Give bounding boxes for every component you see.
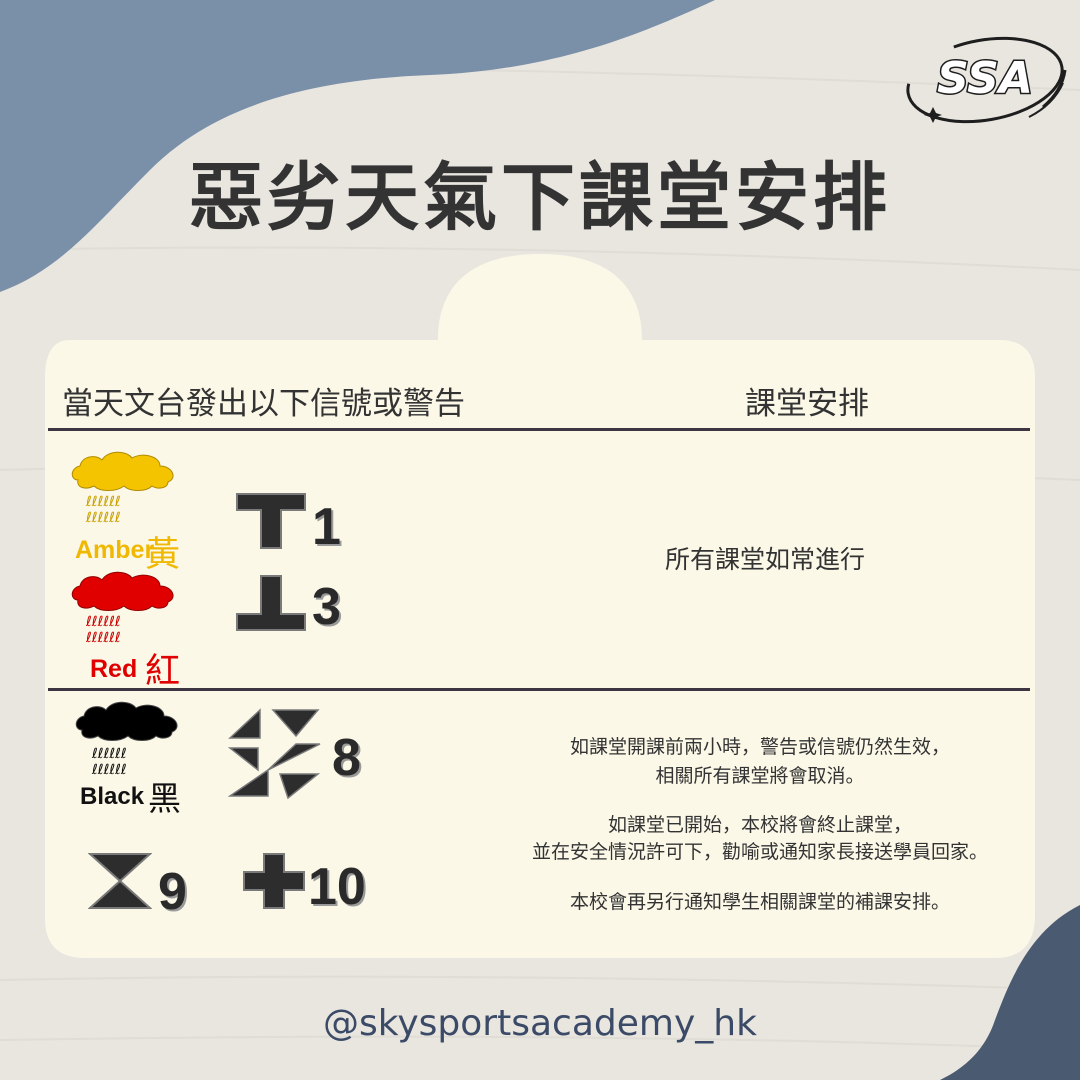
strong-wind-signal-icon (236, 575, 306, 631)
header-divider (48, 428, 1030, 431)
amber-label: Amber (75, 536, 155, 564)
black-rainstorm-icon: ℓℓℓℓℓℓ ℓℓℓℓℓℓ (75, 701, 178, 778)
signal-9-number: 9 (158, 863, 187, 921)
row-divider (48, 688, 1030, 691)
red-label: Red (90, 655, 138, 683)
header-signals: 當天文台發出以下信號或警告 (62, 386, 465, 422)
svg-text:ℓℓℓℓℓℓ: ℓℓℓℓℓℓ (91, 762, 127, 778)
standby-signal-icon (236, 493, 306, 549)
arrangement-line-5: 本校會再另行通知學生相關課堂的補課安排。 (569, 891, 950, 913)
signal-1-number: 1 (312, 498, 341, 556)
svg-text:ℓℓℓℓℓℓ: ℓℓℓℓℓℓ (85, 614, 121, 630)
signal-10-number: 10 (308, 858, 366, 916)
arrangement-normal: 所有課堂如常進行 (664, 545, 865, 574)
increasing-gale-signal-icon (88, 853, 152, 909)
black-label-zh: 黑 (148, 779, 181, 818)
hurricane-signal-icon (243, 853, 305, 909)
social-handle: @skysportsacademy_hk (323, 1003, 757, 1044)
black-label: Black (80, 783, 145, 810)
svg-text:ℓℓℓℓℓℓ: ℓℓℓℓℓℓ (85, 510, 121, 526)
signal-3-number: 3 (312, 578, 341, 636)
arrangement-line-2: 相關所有課堂將會取消。 (655, 765, 865, 787)
red-label-zh: 紅 (145, 652, 181, 692)
arrangement-line-4: 並在安全情況許可下，勸喻或通知家長接送學員回家。 (531, 841, 988, 863)
svg-text:ℓℓℓℓℓℓ: ℓℓℓℓℓℓ (91, 746, 127, 762)
header-arrangement: 課堂安排 (745, 386, 869, 422)
arrangement-line-1: 如課堂開課前兩小時，警告或信號仍然生效， (569, 736, 950, 758)
svg-text:ℓℓℓℓℓℓ: ℓℓℓℓℓℓ (85, 630, 121, 646)
svg-text:ℓℓℓℓℓℓ: ℓℓℓℓℓℓ (85, 494, 121, 510)
gale-signal-icon (228, 708, 321, 800)
arrangement-line-3: 如課堂已開始，本校將會終止課堂， (607, 814, 912, 836)
signal-8-number: 8 (332, 729, 361, 787)
amber-rainstorm-icon: ℓℓℓℓℓℓ ℓℓℓℓℓℓ (71, 451, 174, 526)
red-rainstorm-icon: ℓℓℓℓℓℓ ℓℓℓℓℓℓ (71, 571, 174, 646)
